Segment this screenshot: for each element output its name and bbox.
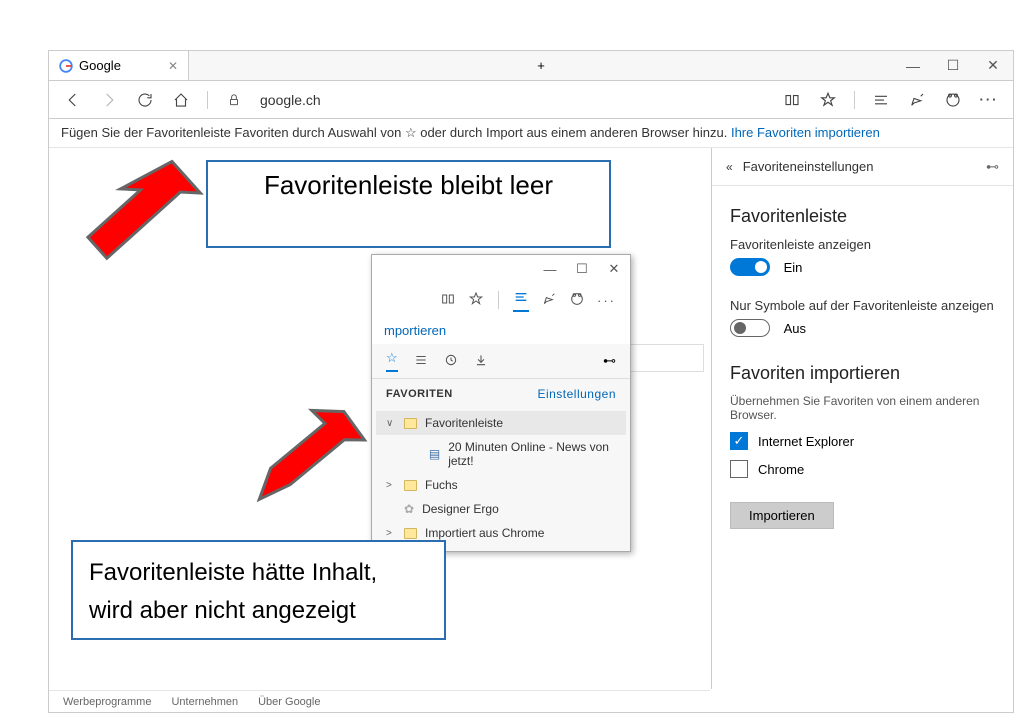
favorite-star-icon[interactable] [814, 86, 842, 114]
tab-bar: Google ✕ + — ☐ ✕ [49, 51, 1013, 81]
settings-body: Favoritenleiste Favoritenleiste anzeigen… [712, 186, 1013, 543]
google-icon [59, 59, 73, 73]
checkbox-unchecked-icon[interactable] [730, 460, 748, 478]
home-button[interactable] [167, 86, 195, 114]
caret-icon[interactable]: > [386, 528, 396, 539]
hub-panel: ☆ ⊷ FAVORITEN Einstellungen ∨ Favoritenle… [372, 344, 630, 551]
icons-only-toggle[interactable] [730, 319, 770, 337]
tree-label: Designer Ergo [422, 502, 499, 516]
page-content: Favoritenleiste bleibt leer — ☐ ✕ ··· [49, 148, 1013, 689]
caret-icon[interactable]: > [386, 480, 396, 491]
more-icon[interactable]: ··· [597, 293, 616, 308]
search-box-ghost [624, 344, 704, 372]
import-chrome-row[interactable]: Chrome [730, 460, 995, 478]
settings-header: « Favoriteneinstellungen ⊷ [712, 148, 1013, 186]
back-icon[interactable]: « [726, 160, 733, 174]
close-button[interactable]: ✕ [973, 51, 1013, 80]
section-favoritenleiste: Favoritenleiste [730, 206, 995, 227]
gear-icon: ✿ [404, 502, 414, 516]
footer-link[interactable]: Unternehmen [171, 696, 238, 708]
browser-tab[interactable]: Google ✕ [49, 51, 189, 80]
share-icon[interactable] [939, 86, 967, 114]
hub-icon[interactable] [867, 86, 895, 114]
favorites-tab-icon[interactable]: ☆ [386, 350, 398, 372]
hub-header: FAVORITEN Einstellungen [372, 379, 630, 409]
folder-icon [404, 480, 417, 491]
import-button[interactable]: Importieren [730, 502, 834, 529]
app-window: Google ✕ + — ☐ ✕ google.ch ··· Fügen Sie… [48, 50, 1014, 713]
lock-icon [220, 86, 248, 114]
toolbar-right: ··· [778, 86, 1003, 114]
section-import: Favoriten importieren [730, 363, 995, 384]
minimize-button[interactable]: — [893, 51, 933, 80]
sub-maximize-button[interactable]: ☐ [566, 261, 598, 277]
arrow-annotation-2 [217, 373, 377, 513]
tree-label: 20 Minuten Online - News von jetzt! [448, 440, 616, 468]
import-link-truncated[interactable]: mportieren [372, 317, 630, 344]
reading-view-icon[interactable] [778, 86, 806, 114]
arrow-annotation-1 [61, 148, 211, 288]
tree-row[interactable]: ∨ Favoritenleiste [376, 411, 626, 435]
import-ie-row[interactable]: ✓ Internet Explorer [730, 432, 995, 450]
checkbox-checked-icon[interactable]: ✓ [730, 432, 748, 450]
favorites-tree: ∨ Favoritenleiste ▤ 20 Minuten Online - New… [372, 409, 630, 551]
notes-icon[interactable] [541, 291, 557, 310]
tree-label: Fuchs [425, 478, 458, 492]
folder-icon [404, 528, 417, 539]
separator [207, 91, 208, 109]
forward-button[interactable] [95, 86, 123, 114]
share-icon[interactable] [569, 291, 585, 310]
refresh-button[interactable] [131, 86, 159, 114]
tree-label: Favoritenleiste [425, 416, 503, 430]
close-tab-icon[interactable]: ✕ [168, 59, 178, 73]
reading-list-tab-icon[interactable] [414, 353, 428, 370]
annotation-box-1: Favoritenleiste bleibt leer [206, 160, 611, 248]
tree-row[interactable]: ▤ 20 Minuten Online - News von jetzt! [376, 435, 626, 473]
tree-label: Importiert aus Chrome [425, 526, 544, 540]
tab-title: Google [79, 58, 121, 73]
sub-window: — ☐ ✕ ··· mportieren ☆ ⊷ [371, 254, 631, 552]
favorites-bar-hint: Fügen Sie der Favoritenleiste Favoriten … [49, 119, 1013, 148]
sub-close-button[interactable]: ✕ [598, 261, 630, 277]
tree-row[interactable]: ✿ Designer Ergo [376, 497, 626, 521]
caret-icon[interactable]: ∨ [386, 418, 396, 429]
hub-settings-link[interactable]: Einstellungen [537, 387, 616, 401]
folder-icon [404, 418, 417, 429]
toolbar: google.ch ··· [49, 81, 1013, 119]
show-favorites-bar-toggle[interactable] [730, 258, 770, 276]
settings-panel: « Favoriteneinstellungen ⊷ Favoritenleis… [711, 148, 1013, 689]
separator [854, 91, 855, 109]
page-icon: ▤ [429, 447, 440, 461]
footer-link[interactable]: Werbeprogramme [63, 696, 151, 708]
sub-toolbar: ··· [372, 283, 630, 317]
footer-link[interactable]: Über Google [258, 696, 320, 708]
reading-view-icon[interactable] [440, 291, 456, 310]
favorite-star-icon[interactable] [468, 291, 484, 310]
window-controls: — ☐ ✕ [893, 51, 1013, 80]
pin-icon[interactable]: ⊷ [986, 159, 999, 175]
more-icon[interactable]: ··· [975, 86, 1003, 114]
downloads-tab-icon[interactable] [474, 353, 488, 370]
page-footer: Werbeprogramme Unternehmen Über Google [49, 690, 710, 712]
back-button[interactable] [59, 86, 87, 114]
sub-window-titlebar: — ☐ ✕ [372, 255, 630, 283]
history-tab-icon[interactable] [444, 353, 458, 370]
address-bar[interactable]: google.ch [256, 92, 770, 108]
import-favorites-link[interactable]: Ihre Favoriten importieren [731, 125, 880, 140]
annotation-box-2: Favoritenleiste hätte Inhalt, wird aber … [71, 540, 446, 640]
maximize-button[interactable]: ☐ [933, 51, 973, 80]
sub-minimize-button[interactable]: — [534, 262, 566, 277]
hub-icon[interactable] [513, 289, 529, 312]
notes-icon[interactable] [903, 86, 931, 114]
new-tab-button[interactable]: + [521, 51, 561, 80]
pin-icon[interactable]: ⊷ [603, 353, 616, 369]
tree-row[interactable]: > Fuchs [376, 473, 626, 497]
hub-tabs: ☆ ⊷ [372, 344, 630, 379]
